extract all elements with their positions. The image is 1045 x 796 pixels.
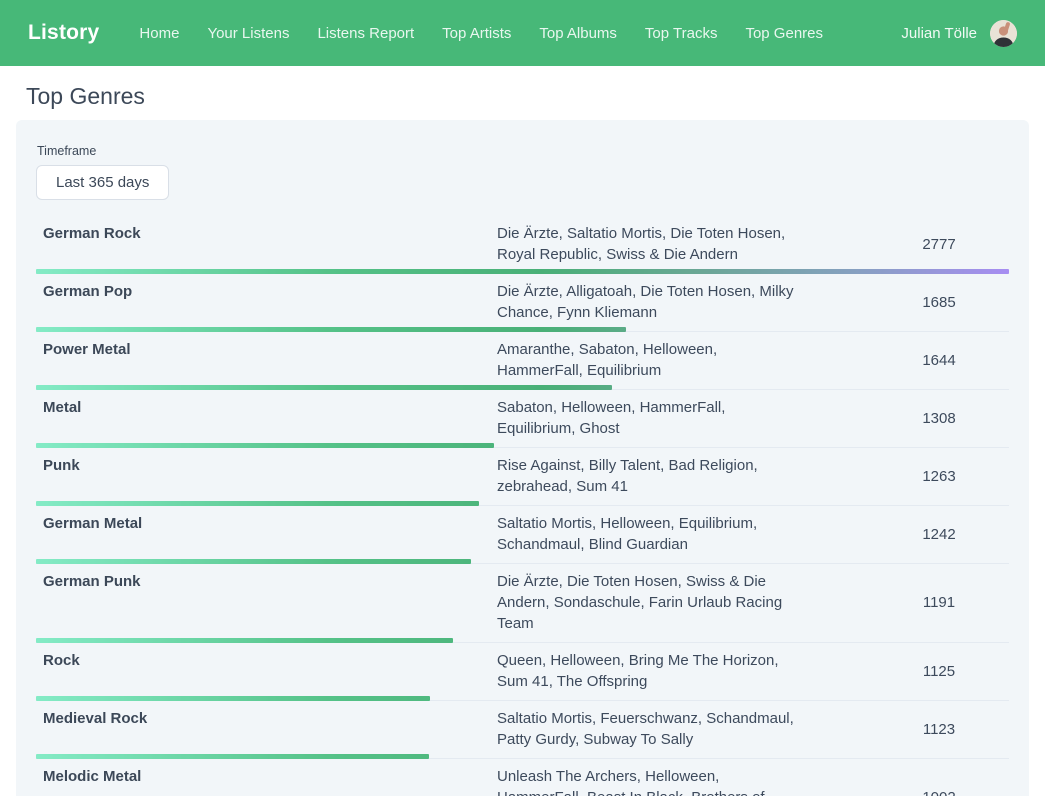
genre-artists: Queen, Helloween, Bring Me The Horizon, … (497, 650, 797, 692)
genre-count: 1125 (869, 663, 1009, 680)
top-genres-card: Timeframe Last 365 days German Rock Die … (16, 120, 1029, 796)
user-menu[interactable]: Julian Tölle (901, 20, 1017, 47)
genre-bar-fill (36, 443, 494, 448)
genre-count: 2777 (869, 236, 1009, 253)
genre-name: German Rock (36, 223, 497, 244)
table-row: Rock Queen, Helloween, Bring Me The Hori… (36, 643, 1009, 701)
genre-bar-track (36, 385, 1009, 390)
genres-table: German Rock Die Ärzte, Saltatio Mortis, … (36, 216, 1009, 796)
nav-item-top-albums[interactable]: Top Albums (539, 25, 617, 42)
genre-artists: Unleash The Archers, Helloween, HammerFa… (497, 766, 797, 796)
genre-count: 1002 (869, 789, 1009, 796)
genre-count: 1191 (869, 594, 1009, 611)
genre-artists: Die Ärzte, Alligatoah, Die Toten Hosen, … (497, 281, 797, 323)
genre-name: Medieval Rock (36, 708, 497, 729)
page-title: Top Genres (26, 83, 1019, 110)
table-row: German Rock Die Ärzte, Saltatio Mortis, … (36, 216, 1009, 274)
genre-bar-fill (36, 638, 453, 643)
genre-bar-fill (36, 754, 429, 759)
user-avatar-icon[interactable] (990, 20, 1017, 47)
table-row: Medieval Rock Saltatio Mortis, Feuerschw… (36, 701, 1009, 759)
genre-bar-track (36, 754, 1009, 759)
genre-name: Rock (36, 650, 497, 671)
table-row: Punk Rise Against, Billy Talent, Bad Rel… (36, 448, 1009, 506)
genre-count: 1242 (869, 526, 1009, 543)
genre-bar-track (36, 696, 1009, 701)
genre-count: 1263 (869, 468, 1009, 485)
genre-name: German Metal (36, 513, 497, 534)
genre-artists: Saltatio Mortis, Feuerschwanz, Schandmau… (497, 708, 797, 750)
timeframe-select[interactable]: Last 365 days (36, 165, 169, 200)
nav-item-top-tracks[interactable]: Top Tracks (645, 25, 718, 42)
genre-name: Metal (36, 397, 497, 418)
table-row: German Metal Saltatio Mortis, Helloween,… (36, 506, 1009, 564)
genre-name: German Punk (36, 571, 497, 592)
timeframe-label: Timeframe (37, 144, 1009, 158)
top-navbar: Listory Home Your Listens Listens Report… (0, 0, 1045, 66)
genre-name: German Pop (36, 281, 497, 302)
nav-item-your-listens[interactable]: Your Listens (207, 25, 289, 42)
genre-artists: Saltatio Mortis, Helloween, Equilibrium,… (497, 513, 797, 555)
genre-name: Melodic Metal (36, 766, 497, 787)
table-row: German Punk Die Ärzte, Die Toten Hosen, … (36, 564, 1009, 643)
genre-count: 1685 (869, 294, 1009, 311)
app-logo[interactable]: Listory (28, 21, 99, 45)
genre-bar-fill (36, 385, 612, 390)
user-name: Julian Tölle (901, 25, 977, 42)
main-nav: Home Your Listens Listens Report Top Art… (139, 25, 901, 42)
genre-bar-track (36, 501, 1009, 506)
table-row: Metal Sabaton, Helloween, HammerFall, Eq… (36, 390, 1009, 448)
genre-count: 1123 (869, 721, 1009, 738)
genre-artists: Die Ärzte, Die Toten Hosen, Swiss & Die … (497, 571, 797, 634)
genre-artists: Rise Against, Billy Talent, Bad Religion… (497, 455, 797, 497)
genre-artists: Amaranthe, Sabaton, Helloween, HammerFal… (497, 339, 797, 381)
genre-artists: Sabaton, Helloween, HammerFall, Equilibr… (497, 397, 797, 439)
table-row: Power Metal Amaranthe, Sabaton, Hellowee… (36, 332, 1009, 390)
nav-item-top-genres[interactable]: Top Genres (745, 25, 823, 42)
genre-bar-fill (36, 501, 479, 506)
genre-bar-track (36, 269, 1009, 274)
genre-bar-track (36, 559, 1009, 564)
genre-count: 1308 (869, 410, 1009, 427)
nav-item-top-artists[interactable]: Top Artists (442, 25, 511, 42)
genre-bar-fill (36, 696, 430, 701)
genre-bar-fill (36, 559, 471, 564)
table-row: Melodic Metal Unleash The Archers, Hello… (36, 759, 1009, 796)
genre-bar-fill (36, 269, 1009, 274)
genre-name: Power Metal (36, 339, 497, 360)
genre-bar-track (36, 443, 1009, 448)
genre-count: 1644 (869, 352, 1009, 369)
nav-item-listens-report[interactable]: Listens Report (317, 25, 414, 42)
table-row: German Pop Die Ärzte, Alligatoah, Die To… (36, 274, 1009, 332)
genre-bar-track (36, 638, 1009, 643)
genre-bar-track (36, 327, 1009, 332)
genre-artists: Die Ärzte, Saltatio Mortis, Die Toten Ho… (497, 223, 797, 265)
genre-name: Punk (36, 455, 497, 476)
nav-item-home[interactable]: Home (139, 25, 179, 42)
genre-bar-fill (36, 327, 626, 332)
